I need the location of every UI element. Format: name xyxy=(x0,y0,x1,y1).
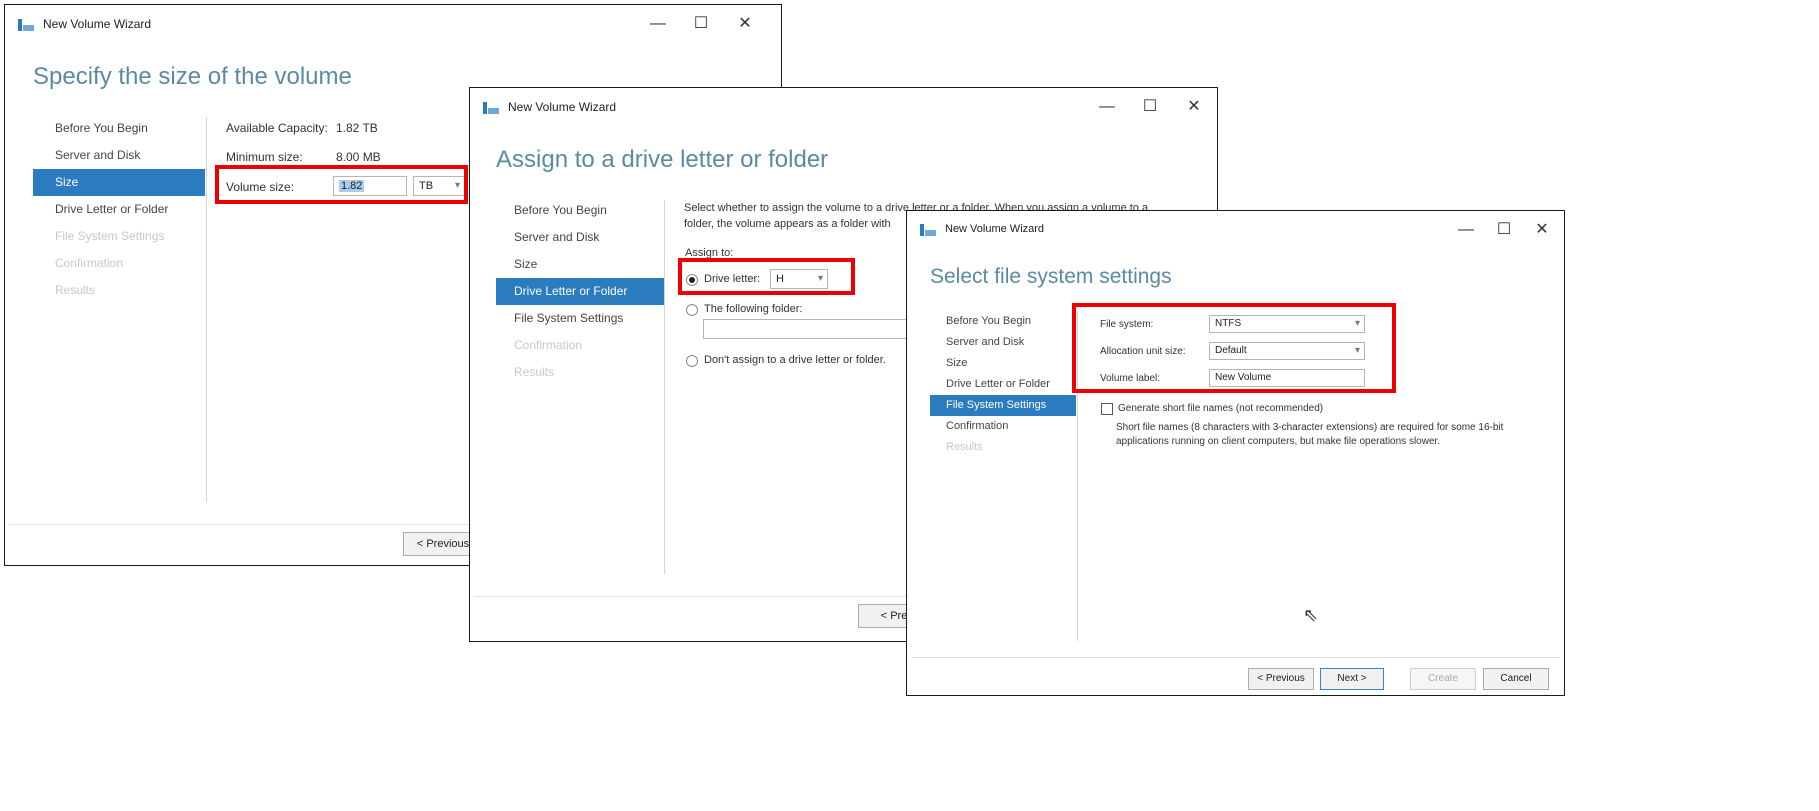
nav-divider xyxy=(206,117,207,502)
nav-item-results: Results xyxy=(946,441,983,453)
minimum-size-value: 8.00 MB xyxy=(336,150,381,164)
wizard-app-icon xyxy=(920,224,936,236)
next-button[interactable]: Next > xyxy=(1320,668,1384,690)
close-icon[interactable]: ✕ xyxy=(1527,217,1557,243)
minimize-icon[interactable]: — xyxy=(643,11,673,37)
short-file-names-desc-line1: Short file names (8 characters with 3-ch… xyxy=(1116,422,1504,433)
nav-item-size[interactable]: Size xyxy=(496,251,664,278)
dont-assign-label: Don't assign to a drive letter or folder… xyxy=(704,354,886,366)
wizard-app-icon xyxy=(18,19,34,31)
nav-item-before-you-begin[interactable]: Before You Begin xyxy=(496,197,664,224)
nav-item-server-and-disk[interactable]: Server and Disk xyxy=(930,332,1076,353)
minimize-icon[interactable]: — xyxy=(1451,217,1481,243)
minimize-icon[interactable]: — xyxy=(1092,94,1122,120)
following-folder-label: The following folder: xyxy=(704,303,803,315)
available-capacity-label: Available Capacity: xyxy=(226,121,328,135)
nav-item-file-system-settings: File System Settings xyxy=(55,229,165,243)
close-icon[interactable]: ✕ xyxy=(1179,94,1209,120)
wizard-app-icon xyxy=(483,102,499,114)
nav-item-size[interactable]: Size xyxy=(930,353,1076,374)
maximize-icon[interactable]: ☐ xyxy=(686,11,716,37)
dont-assign-radio[interactable] xyxy=(686,355,698,367)
nav-item-size[interactable]: Size xyxy=(33,169,205,196)
page-title: Specify the size of the volume xyxy=(33,63,352,90)
short-file-names-checkbox[interactable] xyxy=(1101,403,1113,415)
window-title: New Volume Wizard xyxy=(508,100,617,114)
page-title: Select file system settings xyxy=(930,265,1172,288)
nav-item-file-system-settings[interactable]: File System Settings xyxy=(930,395,1076,416)
window-title: New Volume Wizard xyxy=(43,17,152,31)
nav-item-file-system-settings[interactable]: File System Settings xyxy=(496,305,664,332)
nav-item-before-you-begin[interactable]: Before You Begin xyxy=(33,115,205,142)
title-bar[interactable]: New Volume Wizard — ☐ ✕ xyxy=(5,5,781,45)
short-file-names-description: Short file names (8 characters with 3-ch… xyxy=(1116,421,1556,449)
minimum-size-label: Minimum size: xyxy=(226,150,303,164)
nav-item-drive-letter[interactable]: Drive Letter or Folder xyxy=(33,196,205,223)
following-folder-radio[interactable] xyxy=(686,304,698,316)
title-bar[interactable]: New Volume Wizard — ☐ ✕ xyxy=(907,211,1564,251)
nav-item-results: Results xyxy=(55,283,96,297)
nav-item-confirmation: Confirmation xyxy=(55,256,124,270)
nav-item-server-and-disk[interactable]: Server and Disk xyxy=(496,224,664,251)
wizard-nav: Before You Begin Server and Disk Size Dr… xyxy=(930,311,1076,458)
nav-divider xyxy=(664,200,665,574)
short-file-names-label: Generate short file names (not recommend… xyxy=(1118,403,1324,414)
folder-path-input[interactable] xyxy=(703,319,913,339)
nav-item-confirmation[interactable]: Confirmation xyxy=(930,416,1076,437)
nav-item-drive-letter[interactable]: Drive Letter or Folder xyxy=(930,374,1076,395)
drive-letter-highlight xyxy=(678,258,855,295)
volume-size-highlight xyxy=(215,165,468,204)
footer-divider xyxy=(911,657,1560,658)
maximize-icon[interactable]: ☐ xyxy=(1135,94,1165,120)
wizard-window-file-system: New Volume Wizard — ☐ ✕ Select file syst… xyxy=(906,210,1565,696)
short-file-names-desc-line2: applications running on client computers… xyxy=(1116,436,1441,447)
close-icon[interactable]: ✕ xyxy=(730,11,760,37)
cancel-button[interactable]: Cancel xyxy=(1483,668,1549,690)
nav-item-results: Results xyxy=(514,365,555,379)
create-button: Create xyxy=(1410,668,1476,690)
window-title: New Volume Wizard xyxy=(945,223,1045,235)
file-system-settings-highlight xyxy=(1072,303,1396,393)
nav-item-drive-letter[interactable]: Drive Letter or Folder xyxy=(496,278,664,305)
nav-item-server-and-disk[interactable]: Server and Disk xyxy=(33,142,205,169)
page-title: Assign to a drive letter or folder xyxy=(496,146,829,173)
wizard-nav: Before You Begin Server and Disk Size Dr… xyxy=(496,197,664,386)
available-capacity-value: 1.82 TB xyxy=(336,121,378,135)
maximize-icon[interactable]: ☐ xyxy=(1489,217,1519,243)
nav-item-before-you-begin[interactable]: Before You Begin xyxy=(930,311,1076,332)
title-bar[interactable]: New Volume Wizard — ☐ ✕ xyxy=(470,88,1217,128)
wizard-nav: Before You Begin Server and Disk Size Dr… xyxy=(33,115,205,304)
mouse-pointer-icon: ⇖ xyxy=(1303,605,1319,625)
nav-item-confirmation: Confirmation xyxy=(514,338,583,352)
previous-button[interactable]: < Previous xyxy=(1248,668,1314,690)
